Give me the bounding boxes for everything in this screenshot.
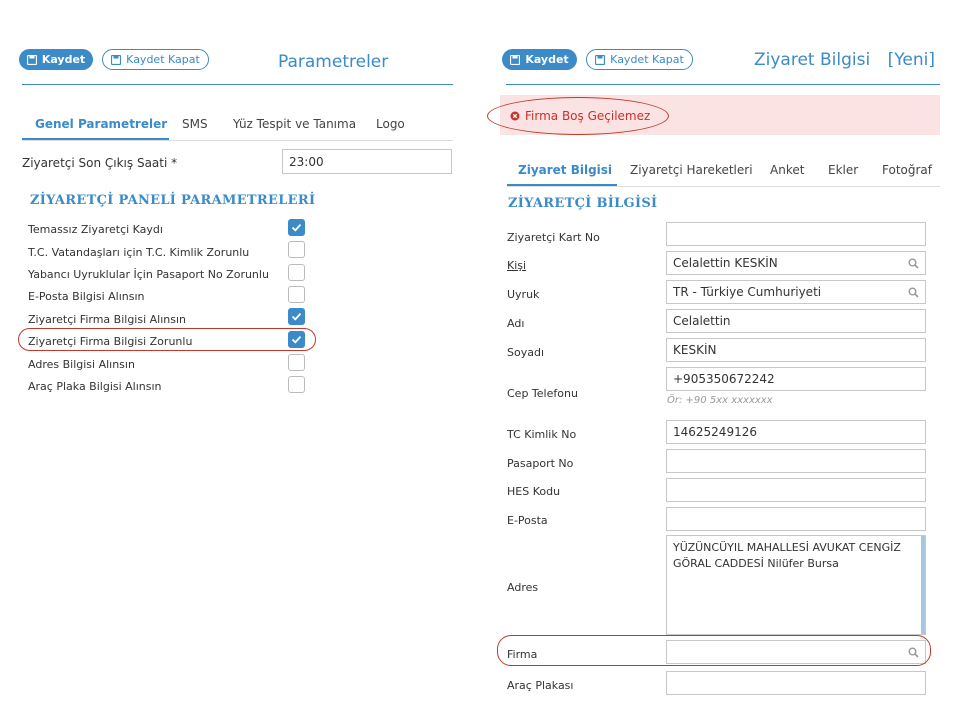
address-scrollbar[interactable] xyxy=(921,536,925,634)
param-checkbox-plate[interactable] xyxy=(288,376,305,393)
right-tabs-divider xyxy=(507,186,940,187)
last-name-label: Soyadı xyxy=(507,346,545,359)
tab-face-detection[interactable]: Yüz Tespit ve Tanıma xyxy=(233,117,356,131)
nationality-value: TR - Türkiye Cumhuriyeti xyxy=(673,285,822,299)
error-highlight xyxy=(487,97,669,135)
right-save-close-label: Kaydet Kapat xyxy=(610,53,684,66)
param-checkbox-company-info[interactable] xyxy=(288,308,305,325)
first-name-label: Adı xyxy=(507,317,525,330)
left-save-button[interactable]: Kaydet xyxy=(19,49,93,70)
param-label: T.C. Vatandaşları için T.C. Kimlik Zorun… xyxy=(28,246,250,259)
address-label: Adres xyxy=(507,581,539,594)
check-icon xyxy=(291,223,302,232)
mobile-label: Cep Telefonu xyxy=(507,387,578,400)
floppy-disk-icon xyxy=(510,54,521,65)
left-title-divider xyxy=(22,84,453,85)
mobile-value: +905350672242 xyxy=(673,372,775,386)
checkout-time-label: Ziyaretçi Son Çıkış Saati * xyxy=(22,156,178,170)
param-label: Adres Bilgisi Alınsın xyxy=(28,358,135,371)
right-save-button[interactable]: Kaydet xyxy=(502,49,577,70)
left-save-label: Kaydet xyxy=(41,53,86,66)
last-name-value: KESKİN xyxy=(673,343,717,357)
param-checkbox-address[interactable] xyxy=(288,354,305,371)
param-label: Araç Plaka Bilgisi Alınsın xyxy=(28,380,162,393)
param-label: Temassız Ziyaretçi Kaydı xyxy=(28,223,163,236)
left-page-title: Parametreler xyxy=(278,52,389,72)
address-value: YÜZÜNCÜYIL MAHALLESİ AVUKAT CENGİZ GÖRAL… xyxy=(673,541,901,570)
param-label: Yabancı Uyruklular İçin Pasaport No Zoru… xyxy=(28,268,269,281)
param-checkbox-tc-required[interactable] xyxy=(288,241,305,258)
card-no-label: Ziyaretçi Kart No xyxy=(507,231,600,244)
hes-label: HES Kodu xyxy=(507,485,561,498)
tc-no-label: TC Kimlik No xyxy=(507,428,577,441)
tc-no-value: 14625249126 xyxy=(673,425,757,439)
right-title-text: Ziyaret Bilgisi xyxy=(754,50,871,70)
tab-sms[interactable]: SMS xyxy=(182,117,208,131)
company-field-highlight xyxy=(497,635,931,666)
email-label: E-Posta xyxy=(507,514,548,527)
search-icon[interactable] xyxy=(908,258,919,269)
card-no-input[interactable] xyxy=(666,222,926,246)
tab-attachments[interactable]: Ekler xyxy=(828,163,858,177)
email-input[interactable] xyxy=(666,507,926,531)
person-input[interactable]: Celalettin KESKİN xyxy=(666,251,926,275)
mobile-hint: Ör: +90 5xx xxxxxxx xyxy=(667,395,773,406)
search-icon[interactable] xyxy=(908,287,919,298)
right-save-close-button[interactable]: Kaydet Kapat xyxy=(586,49,693,70)
checkout-time-value: 23:00 xyxy=(289,154,324,169)
tab-logo[interactable]: Logo xyxy=(376,117,405,131)
right-title-suffix: [Yeni] xyxy=(887,50,935,70)
param-checkbox-contactless[interactable] xyxy=(288,219,305,236)
company-required-highlight xyxy=(18,328,316,351)
floppy-disk-icon xyxy=(26,54,37,65)
person-value: Celalettin KESKİN xyxy=(673,256,778,270)
tab-visit-info[interactable]: Ziyaret Bilgisi xyxy=(518,163,612,177)
floppy-disk-icon xyxy=(595,54,606,65)
right-page-title: Ziyaret Bilgisi [Yeni] xyxy=(754,50,935,70)
tab-visitor-movements[interactable]: Ziyaretçi Hareketleri xyxy=(630,163,753,177)
left-save-close-button[interactable]: Kaydet Kapat xyxy=(102,49,209,70)
person-label: Kişi xyxy=(507,259,527,272)
hes-input[interactable] xyxy=(666,478,926,502)
first-name-value: Celalettin xyxy=(673,314,731,328)
passport-label: Pasaport No xyxy=(507,457,574,470)
nationality-label: Uyruk xyxy=(507,288,540,301)
plate-input[interactable] xyxy=(666,671,926,695)
floppy-disk-icon xyxy=(111,54,122,65)
tc-no-input[interactable]: 14625249126 xyxy=(666,420,926,444)
tab-survey[interactable]: Anket xyxy=(770,163,804,177)
tab-general-parameters[interactable]: Genel Parametreler xyxy=(35,117,167,131)
checkout-time-input[interactable]: 23:00 xyxy=(282,149,452,174)
visitor-info-title: ZİYARETÇİ BİLGİSİ xyxy=(508,196,658,211)
last-name-input[interactable]: KESKİN xyxy=(666,338,926,362)
check-icon xyxy=(291,312,302,321)
param-label: E-Posta Bilgisi Alınsın xyxy=(28,290,145,303)
param-checkbox-passport-required[interactable] xyxy=(288,264,305,281)
right-title-divider xyxy=(506,84,940,85)
left-save-close-label: Kaydet Kapat xyxy=(126,53,200,66)
param-checkbox-email[interactable] xyxy=(288,286,305,303)
mobile-input[interactable]: +905350672242 xyxy=(666,367,926,391)
visitor-panel-params-title: ZİYARETÇİ PANELİ PARAMETRELERİ xyxy=(30,193,316,208)
nationality-input[interactable]: TR - Türkiye Cumhuriyeti xyxy=(666,280,926,304)
left-tabs-divider xyxy=(22,140,453,141)
tab-photo[interactable]: Fotoğraf xyxy=(882,163,932,177)
right-save-label: Kaydet xyxy=(525,53,569,66)
plate-label: Araç Plakası xyxy=(507,679,574,692)
first-name-input[interactable]: Celalettin xyxy=(666,309,926,333)
address-textarea[interactable]: YÜZÜNCÜYIL MAHALLESİ AVUKAT CENGİZ GÖRAL… xyxy=(666,535,926,635)
passport-input[interactable] xyxy=(666,449,926,473)
param-label: Ziyaretçi Firma Bilgisi Alınsın xyxy=(28,313,187,326)
